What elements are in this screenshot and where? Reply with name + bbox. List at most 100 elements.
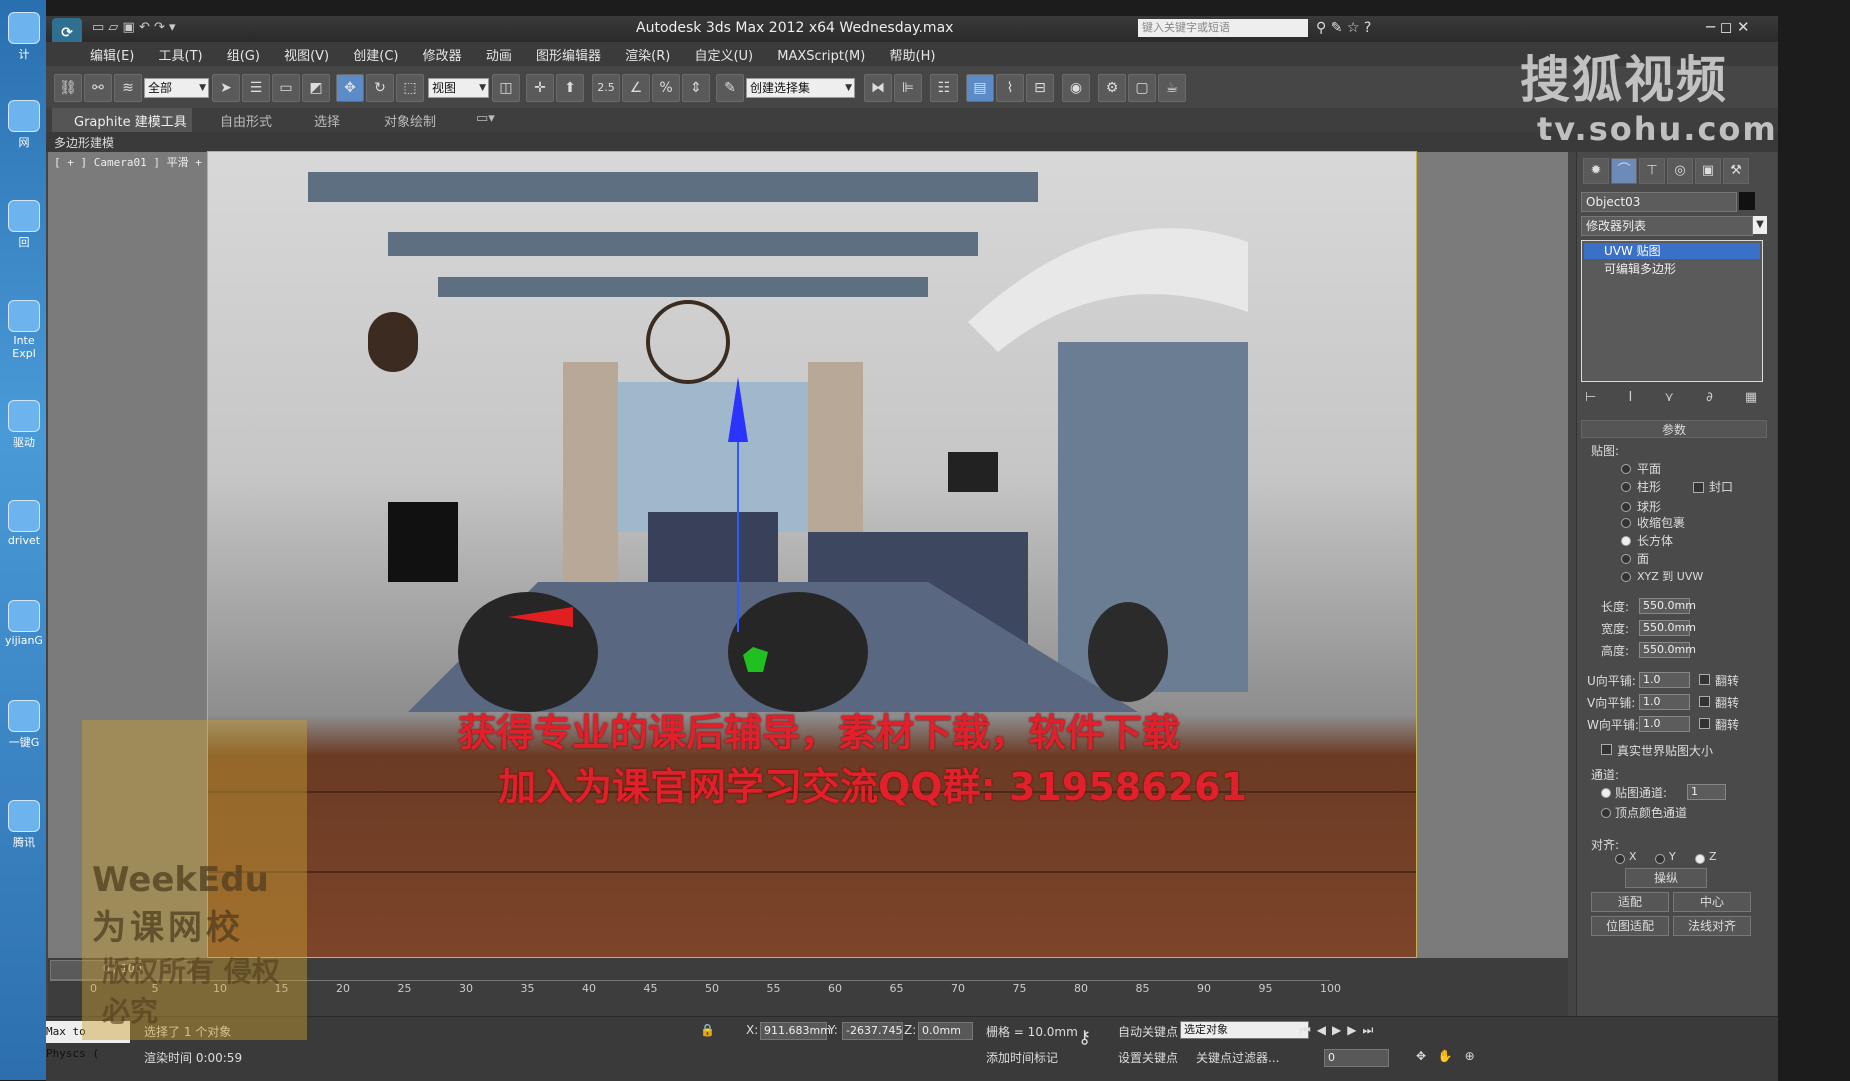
window-crossing-icon[interactable]: ◩ [302, 74, 330, 102]
quick-access-toolbar[interactable]: ▭ ▱ ▣ ↶ ↷ ▾ [92, 20, 176, 35]
length-spinner[interactable]: 550.0mm [1639, 598, 1696, 614]
z-coord-field[interactable]: 0.0mm [918, 1022, 973, 1040]
chevron-down-icon[interactable]: ▼ [1753, 216, 1767, 234]
desktop-icon-computer[interactable]: 计 [4, 12, 44, 62]
playback-controls[interactable]: ⏮◀▶▶⏭ [1300, 1023, 1379, 1038]
rotate-icon[interactable]: ↻ [366, 74, 394, 102]
align-icon[interactable]: ⊫ [894, 74, 922, 102]
object-color-swatch[interactable] [1739, 192, 1755, 210]
menu-maxscript[interactable]: MAXScript(M) [767, 46, 875, 67]
radio-shrinkwrap[interactable] [1621, 518, 1631, 528]
radio-align-z[interactable] [1695, 854, 1705, 864]
u-flip-checkbox[interactable] [1699, 674, 1710, 685]
tab-poly-modeling[interactable]: 多边形建模 [54, 134, 114, 151]
display-tab-icon[interactable]: ▣ [1695, 158, 1721, 184]
radio-vertex-color[interactable] [1601, 808, 1611, 818]
snap-toggle[interactable]: 2.5 [592, 74, 620, 102]
help-icons[interactable]: ⚲ ✎ ☆ ? [1316, 20, 1371, 36]
radio-align-x[interactable] [1615, 854, 1625, 864]
menu-help[interactable]: 帮助(H) [880, 42, 946, 67]
desktop-icon-recycle[interactable]: 回 [4, 200, 44, 250]
stack-item-uvw[interactable]: UVW 贴图 [1584, 243, 1760, 259]
desktop-icon-onekey[interactable]: 一键G [4, 700, 44, 750]
tab-freeform[interactable]: 自由形式 [220, 111, 272, 130]
radio-box[interactable] [1621, 536, 1631, 546]
percent-snap-icon[interactable]: % [652, 74, 680, 102]
radio-spherical[interactable] [1621, 502, 1631, 512]
w-tile-spinner[interactable]: 1.0 [1639, 716, 1690, 732]
radio-map-channel[interactable] [1601, 788, 1611, 798]
rendered-scene[interactable]: 获得专业的课后辅导，素材下载，软件下载 加入为课官网学习交流QQ群: 31958… [207, 151, 1417, 958]
menu-tools[interactable]: 工具(T) [149, 42, 213, 67]
y-coord-field[interactable]: -2637.745 [842, 1022, 903, 1040]
angle-snap-icon[interactable]: ∠ [622, 74, 650, 102]
lock-icon[interactable]: 🔒 [700, 1023, 715, 1037]
menu-modifiers[interactable]: 修改器 [413, 42, 472, 67]
current-frame-field[interactable]: 0 [1324, 1049, 1389, 1067]
set-key-button[interactable]: 设置关键点 [1118, 1049, 1178, 1066]
select-by-name-icon[interactable]: ☰ [242, 74, 270, 102]
menu-animation[interactable]: 动画 [476, 42, 522, 67]
map-channel-spinner[interactable]: 1 [1687, 784, 1726, 800]
bitmap-fit-button[interactable]: 位图适配 [1591, 916, 1669, 936]
reference-coord-select[interactable]: 视图 [428, 78, 489, 98]
window-controls[interactable]: ─ ◻ ✕ [1706, 18, 1750, 36]
fit-button[interactable]: 适配 [1591, 892, 1669, 912]
pivot-icon[interactable]: ◫ [492, 74, 520, 102]
v-tile-spinner[interactable]: 1.0 [1639, 694, 1690, 710]
add-time-tag[interactable]: 添加时间标记 [986, 1049, 1058, 1066]
tab-object-paint[interactable]: 对象绘制 [384, 111, 436, 130]
key-filters-button[interactable]: 关键点过滤器... [1196, 1049, 1279, 1066]
modifier-list-select[interactable]: 修改器列表 [1581, 216, 1753, 236]
center-button[interactable]: 中心 [1673, 892, 1751, 912]
auto-key-button[interactable]: 自动关键点 [1118, 1023, 1178, 1040]
ribbon-options-icon[interactable]: ▭▾ [476, 111, 495, 126]
named-selection-select[interactable]: 创建选择集 [746, 78, 855, 98]
desktop-icon-drivet[interactable]: drivet [4, 500, 44, 547]
material-editor-icon[interactable]: ◉ [1062, 74, 1090, 102]
edit-named-selection-icon[interactable]: ✎ [716, 74, 744, 102]
layer-manager-icon[interactable]: ☷ [930, 74, 958, 102]
cap-checkbox[interactable] [1693, 482, 1704, 493]
stack-tools[interactable]: ⊢ Ⅰ ⋎ ∂ ▦ [1585, 390, 1771, 405]
graphite-toggle-icon[interactable]: ▤ [966, 74, 994, 102]
x-coord-field[interactable]: 911.683mm [760, 1022, 831, 1040]
menu-graph-editors[interactable]: 图形编辑器 [526, 42, 611, 67]
select-object-icon[interactable]: ➤ [212, 74, 240, 102]
normal-align-button[interactable]: 法线对齐 [1673, 916, 1751, 936]
w-flip-checkbox[interactable] [1699, 718, 1710, 729]
u-tile-spinner[interactable]: 1.0 [1639, 672, 1690, 688]
v-flip-checkbox[interactable] [1699, 696, 1710, 707]
desktop-icon-driver[interactable]: 驱动 [4, 400, 44, 450]
object-name-field[interactable]: Object03 [1581, 192, 1737, 212]
scale-icon[interactable]: ⬚ [396, 74, 424, 102]
stack-item-editable-poly[interactable]: 可编辑多边形 [1584, 261, 1760, 277]
menu-views[interactable]: 视图(V) [274, 42, 339, 67]
render-setup-icon[interactable]: ⚙ [1098, 74, 1126, 102]
schematic-view-icon[interactable]: ⊟ [1026, 74, 1054, 102]
spinner-snap-icon[interactable]: ⇕ [682, 74, 710, 102]
tab-selection[interactable]: 选择 [314, 111, 340, 130]
search-input[interactable]: 键入关键字或短语 [1138, 19, 1308, 37]
radio-cylindrical[interactable] [1621, 482, 1631, 492]
menu-create[interactable]: 创建(C) [343, 42, 408, 67]
keyboard-shortcut-icon[interactable]: ⬆ [556, 74, 584, 102]
realworld-checkbox[interactable] [1601, 744, 1612, 755]
radio-xyz-to-uvw[interactable] [1621, 572, 1631, 582]
bind-spacewarp-icon[interactable]: ≋ [114, 74, 142, 102]
unlink-icon[interactable]: ⚯ [84, 74, 112, 102]
manipulate-button[interactable]: 操纵 [1625, 868, 1707, 888]
desktop-icon-yijian[interactable]: yijianG [4, 600, 44, 647]
selection-filter-select[interactable]: 全部 [144, 78, 209, 98]
height-spinner[interactable]: 550.0mm [1639, 642, 1696, 658]
tab-graphite[interactable]: Graphite 建模工具 [74, 111, 187, 130]
desktop-icon-network[interactable]: 网 [4, 100, 44, 150]
render-production-icon[interactable]: ☕ [1158, 74, 1186, 102]
menu-edit[interactable]: 编辑(E) [80, 42, 144, 67]
radio-planar[interactable] [1621, 464, 1631, 474]
move-icon[interactable]: ✥ [336, 74, 364, 102]
create-tab-icon[interactable]: ✹ [1583, 158, 1609, 184]
menu-rendering[interactable]: 渲染(R) [615, 42, 680, 67]
curve-editor-icon[interactable]: ⌇ [996, 74, 1024, 102]
link-icon[interactable]: ⛓ [54, 74, 82, 102]
